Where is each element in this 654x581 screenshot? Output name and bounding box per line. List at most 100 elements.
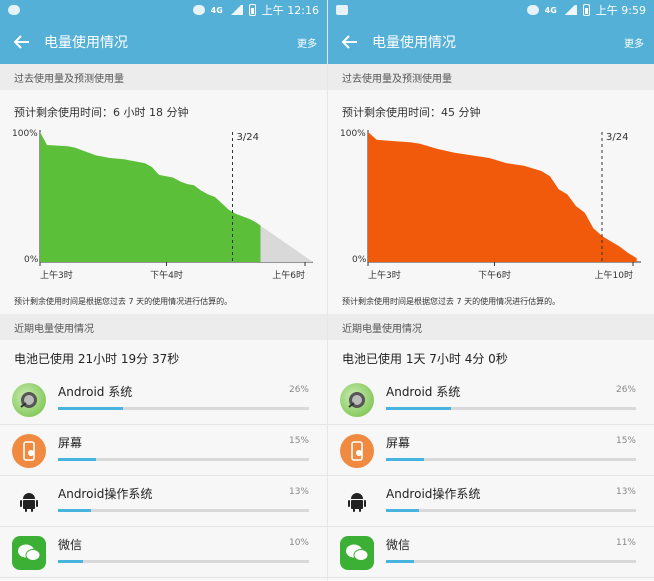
image-notification-icon (336, 5, 348, 15)
battery-chart: 3/24 100% 0% 上午3时 下午6时 上午10时 (328, 122, 654, 290)
app-percent: 11% (615, 538, 636, 548)
y-tick-label: 100% (340, 129, 366, 139)
battery-icon (582, 4, 590, 16)
app-row-android-os[interactable]: Android操作系统 13% (328, 476, 654, 527)
date-marker-label: 3/24 (606, 132, 628, 143)
android-system-icon (340, 383, 374, 417)
clock: 上午 12:16 (261, 4, 319, 17)
usage-bar-track (386, 509, 636, 512)
app-percent: 15% (288, 436, 309, 446)
app-row-screen[interactable]: 屏幕 15% (328, 425, 654, 476)
network-type: 4G (210, 5, 223, 15)
message-icon (8, 5, 20, 15)
x-tick-label: 上午6时 (272, 269, 305, 281)
app-name: Android操作系统 (58, 487, 153, 501)
usage-bar-fill (386, 560, 414, 563)
app-row-android-os[interactable]: Android操作系统 13% (0, 476, 327, 527)
battery-chart-svg: 3/24 100% 0%上午3时 下午6时 上午10时 (340, 129, 641, 281)
usage-bar-track (58, 560, 309, 563)
date-marker-label: 3/24 (237, 132, 259, 143)
section-header-past-usage: 过去使用量及预测使用量 (328, 64, 654, 90)
network-type: 4G (544, 5, 557, 15)
battery-used-time: 电池已使用 21小时 19分 37秒 (14, 352, 180, 366)
page-title: 电量使用情况 (44, 35, 128, 51)
y-tick-label: 100% (12, 129, 38, 139)
clock: 上午 9:59 (595, 4, 646, 17)
app-percent: 26% (288, 385, 309, 395)
x-tick-label: 上午3时 (40, 269, 73, 281)
app-name: 微信 (386, 538, 411, 552)
section-header-recent-usage: 近期电量使用情况 (328, 314, 654, 340)
usage-bar-track (386, 560, 636, 563)
phone-right: 4G 上午 9:59 电量使用情况 更多 过去使用量及预测使用量 预计剩余使用时… (327, 0, 654, 581)
app-row-screen[interactable]: 屏幕 15% (0, 425, 327, 476)
android-robot-icon (12, 485, 46, 519)
usage-bar-track (386, 458, 636, 461)
signal-icon (562, 5, 577, 15)
wifi-icon (526, 5, 539, 15)
estimate-note: 预计剩余使用时间是根据您过去 7 天的使用情况进行估算的。 (14, 297, 233, 306)
y-tick-label: 0% (352, 255, 367, 265)
more-button[interactable]: 更多 (297, 35, 317, 50)
y-tick-label: 0% (24, 255, 39, 265)
screen-icon (12, 434, 46, 468)
back-arrow-icon[interactable] (340, 32, 360, 52)
android-system-icon (12, 383, 46, 417)
usage-bar-fill (386, 458, 424, 461)
x-tick-label: 上午10时 (595, 269, 633, 281)
x-tick-label: 下午4时 (150, 269, 183, 281)
section-header-past-usage: 过去使用量及预测使用量 (0, 64, 327, 90)
app-row-android-system[interactable]: Android 系统 26% (0, 374, 327, 425)
wifi-icon (192, 5, 205, 15)
phone-left: 4G 上午 12:16 电量使用情况 更多 过去使用量及预测使用量 预计剩余使用… (0, 0, 327, 581)
signal-icon (228, 5, 243, 15)
app-name: Android操作系统 (386, 487, 481, 501)
usage-bar-track (386, 407, 636, 410)
app-percent: 13% (615, 487, 636, 497)
remaining-time: 预计剩余使用时间：45 分钟 (342, 106, 481, 119)
battery-chart-svg: 3/24 100% 0%上午3时 下午4时 上午6时 (12, 129, 313, 281)
status-bar: 4G 上午 12:16 (0, 0, 327, 20)
battery-used-time: 电池已使用 1天 7小时 4分 0秒 (342, 352, 508, 366)
x-tick-label: 上午3时 (368, 269, 401, 281)
app-name: Android 系统 (386, 385, 461, 399)
more-button[interactable]: 更多 (624, 35, 644, 50)
usage-bar-track (58, 458, 309, 461)
app-row-android-system[interactable]: Android 系统 26% (328, 374, 654, 425)
usage-bar-track (58, 407, 309, 410)
battery-chart: 3/24 100% 0% 上午3时 下午4时 上午6时 (0, 122, 327, 290)
app-percent: 26% (615, 385, 636, 395)
screen-icon (340, 434, 374, 468)
app-percent: 10% (288, 538, 309, 548)
section-header-recent-usage: 近期电量使用情况 (0, 314, 327, 340)
usage-bar-track (58, 509, 309, 512)
app-bar: 电量使用情况 更多 (0, 20, 327, 64)
back-arrow-icon[interactable] (12, 32, 32, 52)
app-bar: 电量使用情况 更多 (328, 20, 654, 64)
usage-bar-fill (386, 509, 419, 512)
app-percent: 15% (615, 436, 636, 446)
x-tick-label: 下午6时 (478, 269, 511, 281)
wechat-icon (340, 536, 374, 570)
battery-icon (248, 4, 256, 16)
status-bar: 4G 上午 9:59 (328, 0, 654, 20)
app-percent: 13% (288, 487, 309, 497)
past-usage-area (40, 132, 261, 262)
remaining-time: 预计剩余使用时间：6 小时 18 分钟 (14, 106, 189, 119)
app-name: 屏幕 (386, 436, 411, 450)
usage-bar-fill (386, 407, 451, 410)
past-usage-area (368, 132, 637, 262)
app-row-wechat[interactable]: 微信 10% (0, 527, 327, 578)
app-name: 屏幕 (58, 436, 83, 450)
android-robot-icon (340, 485, 374, 519)
app-name: 微信 (58, 538, 83, 552)
app-row-wechat[interactable]: 微信 11% (328, 527, 654, 578)
app-name: Android 系统 (58, 385, 133, 399)
estimate-note: 预计剩余使用时间是根据您过去 7 天的使用情况进行估算的。 (342, 297, 561, 306)
usage-bar-fill (58, 509, 91, 512)
usage-bar-fill (58, 458, 96, 461)
predicted-area (260, 225, 313, 262)
wechat-icon (12, 536, 46, 570)
page-title: 电量使用情况 (372, 35, 456, 51)
usage-bar-fill (58, 560, 84, 563)
